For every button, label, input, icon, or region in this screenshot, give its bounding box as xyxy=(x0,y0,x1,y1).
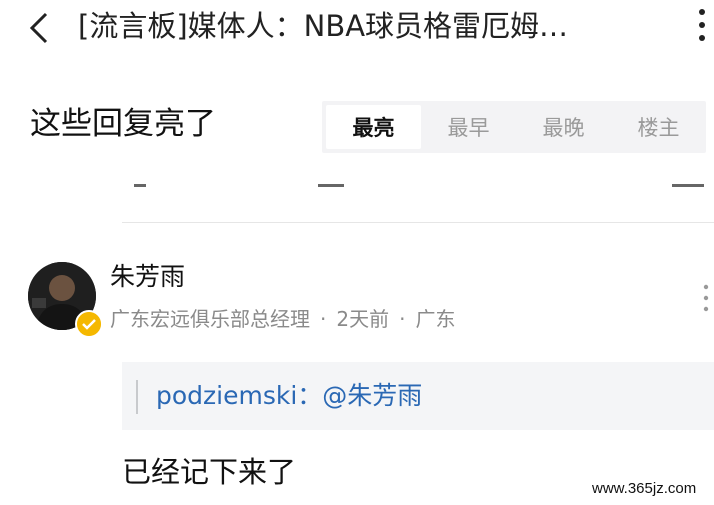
meta-separator: · xyxy=(399,307,406,331)
quoted-reply[interactable]: podziemski：@朱芳雨 xyxy=(122,362,714,430)
comment-more-icon[interactable] xyxy=(702,283,710,313)
sort-tab-latest[interactable]: 最晚 xyxy=(516,101,611,153)
replies-header: 这些回复亮了 最亮 最早 最晚 楼主 xyxy=(0,64,714,182)
verified-badge-icon xyxy=(75,310,103,338)
meta-separator: · xyxy=(320,307,327,331)
page-title: [流言板]媒体人：NBA球员格雷厄姆… xyxy=(78,9,569,43)
quote-text: podziemski：@朱芳雨 xyxy=(156,381,423,410)
sort-tab-brightest[interactable]: 最亮 xyxy=(326,105,421,149)
more-options-icon[interactable] xyxy=(692,6,712,44)
sort-tab-op[interactable]: 楼主 xyxy=(611,101,706,153)
comment-time: 2天前 xyxy=(336,307,390,331)
top-bar: [流言板]媒体人：NBA球员格雷厄姆… xyxy=(0,0,714,64)
sort-tab-earliest[interactable]: 最早 xyxy=(421,101,516,153)
back-arrow-icon[interactable] xyxy=(22,10,58,46)
quote-bar xyxy=(136,380,138,414)
comment-location: 广东 xyxy=(415,307,456,331)
divider xyxy=(122,222,714,223)
sort-segmented-control: 最亮 最早 最晚 楼主 xyxy=(322,101,706,153)
section-title: 这些回复亮了 xyxy=(30,106,216,142)
comment-author[interactable]: 朱芳雨 xyxy=(110,260,185,294)
comment-body: 已经记下来了 xyxy=(122,455,297,489)
watermark: www.365jz.com xyxy=(588,478,701,500)
comment-meta: 广东宏远俱乐部总经理 · 2天前 · 广东 xyxy=(110,303,455,335)
clipped-previous-comment xyxy=(0,182,714,222)
author-role: 广东宏远俱乐部总经理 xyxy=(110,307,310,331)
